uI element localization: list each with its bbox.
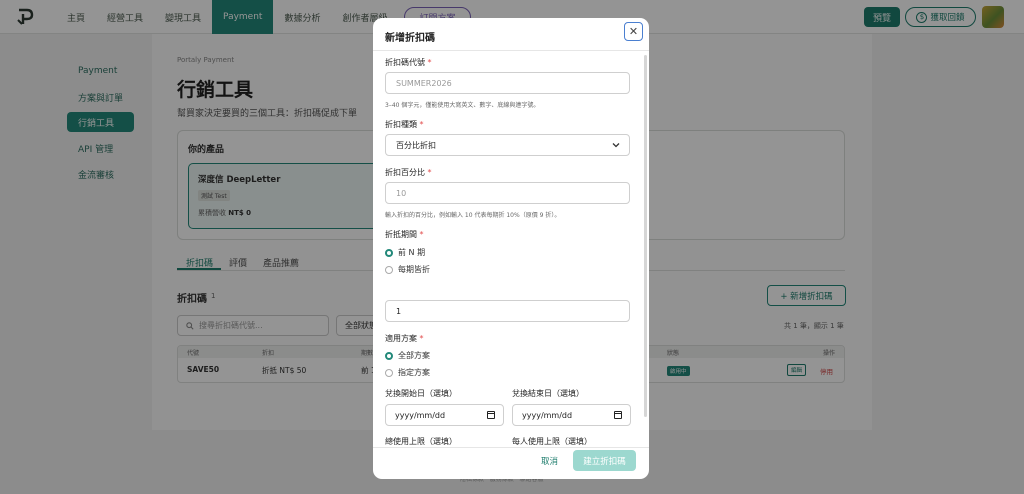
radio-checked-icon [385,248,393,257]
period-label-text: 折抵期間 [385,230,417,239]
end-date-input[interactable]: yyyy/mm/dd [512,404,631,426]
plan-radio-all[interactable]: 全部方案 [385,350,430,361]
radio-unchecked-icon [385,368,393,377]
type-label: 折扣種類 * [385,119,424,130]
create-discount-button[interactable]: 建立折扣碼 [573,450,636,471]
period-label: 折抵期間 * [385,229,424,240]
required-mark: * [427,168,432,177]
plan-label-text: 適用方案 [385,334,417,343]
required-mark: * [419,120,424,129]
per-user-limit-label: 每人使用上限（選填） [512,437,592,446]
start-date-label: 兌換開始日（選填） [385,389,457,398]
percent-label: 折扣百分比 * [385,167,432,178]
period-radio-every[interactable]: 每期皆折 [385,264,430,275]
plan-radio-specific[interactable]: 指定方案 [385,367,430,378]
period-option-first-n: 前 N 期 [398,248,426,257]
total-limit-label: 總使用上限（選填） [385,437,457,446]
modal-title: 新增折扣碼 [385,33,435,44]
discount-type-value: 百分比折扣 [396,140,436,150]
percent-input[interactable]: 10 [385,182,630,204]
code-label: 折扣碼代號 * [385,57,432,68]
end-date-label: 兌換結束日（選填） [512,389,584,398]
required-mark: * [427,58,432,67]
period-radio-first-n[interactable]: 前 N 期 [385,247,425,258]
create-discount-modal: 新增折扣碼 ✕ 折扣碼代號 * SUMMER2026 3–40 個字元，僅能使用… [373,18,649,479]
modal-footer-divider [373,447,649,448]
radio-checked-icon [385,351,393,360]
radio-unchecked-icon [385,265,393,274]
period-count-input[interactable]: 1 [385,300,630,322]
code-hint: 3–40 個字元，僅能使用大寫英文、數字、底線與連字號。 [385,102,540,109]
discount-type-select[interactable]: 百分比折扣 [385,134,630,156]
calendar-icon[interactable] [614,411,622,419]
calendar-icon[interactable] [487,411,495,419]
modal-scrollbar[interactable] [644,55,647,417]
plan-option-specific: 指定方案 [398,368,430,377]
required-mark: * [419,334,424,343]
type-label-text: 折扣種類 [385,120,417,129]
chevron-down-icon [612,143,620,148]
code-label-text: 折扣碼代號 [385,58,425,67]
plan-option-all: 全部方案 [398,351,430,360]
end-date-placeholder: yyyy/mm/dd [522,410,573,420]
code-input[interactable]: SUMMER2026 [385,72,630,94]
start-date-placeholder: yyyy/mm/dd [395,410,446,420]
required-mark: * [419,230,424,239]
percent-label-text: 折扣百分比 [385,168,425,177]
period-option-every: 每期皆折 [398,265,430,274]
percent-hint: 輸入折扣的百分比，例如輸入 10 代表每期折 10%（原價 9 折）。 [385,212,561,219]
cancel-button[interactable]: 取消 [541,455,558,467]
start-date-input[interactable]: yyyy/mm/dd [385,404,504,426]
plan-label: 適用方案 * [385,333,424,344]
close-icon[interactable]: ✕ [624,22,643,41]
modal-form: 折扣碼代號 * SUMMER2026 3–40 個字元，僅能使用大寫英文、數字、… [373,51,649,447]
